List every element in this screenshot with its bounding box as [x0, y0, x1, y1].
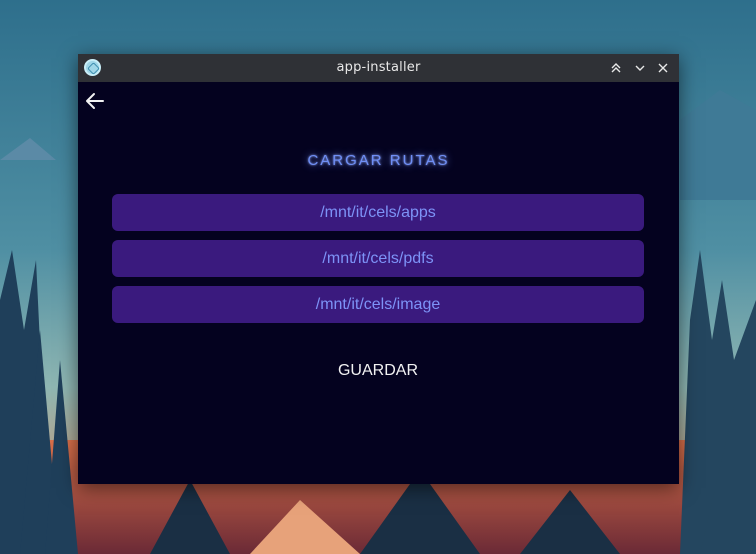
app-window: app-installer CARGAR RUTAS /mnt/it/cels/…	[78, 54, 679, 484]
path-item-apps[interactable]: /mnt/it/cels/apps	[112, 194, 644, 231]
page-title: CARGAR RUTAS	[307, 152, 450, 169]
window-content: CARGAR RUTAS /mnt/it/cels/apps /mnt/it/c…	[78, 82, 679, 484]
close-icon[interactable]	[653, 58, 673, 78]
keep-above-icon[interactable]	[606, 58, 626, 78]
window-titlebar[interactable]: app-installer	[78, 54, 679, 82]
path-list: /mnt/it/cels/apps /mnt/it/cels/pdfs /mnt…	[112, 194, 644, 332]
path-item-pdfs[interactable]: /mnt/it/cels/pdfs	[112, 240, 644, 277]
minimize-icon[interactable]	[630, 58, 650, 78]
path-item-image[interactable]: /mnt/it/cels/image	[112, 286, 644, 323]
window-title: app-installer	[336, 60, 421, 75]
arrow-left-icon[interactable]	[84, 90, 108, 112]
save-button[interactable]: GUARDAR	[318, 358, 438, 384]
